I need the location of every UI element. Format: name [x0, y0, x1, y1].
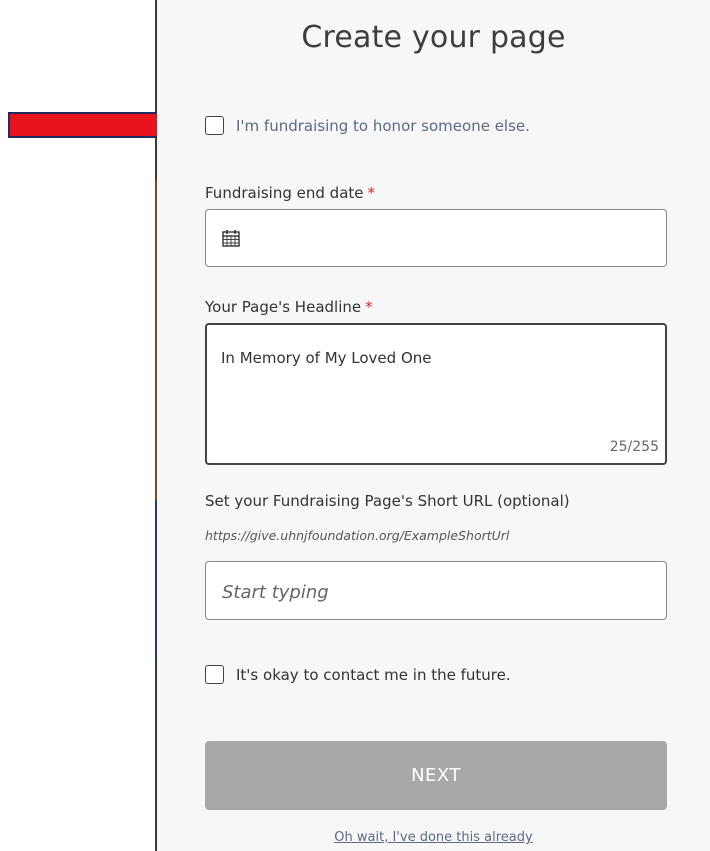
- required-asterisk: *: [365, 298, 373, 316]
- headline-textarea[interactable]: In Memory of My Loved One 25/255: [205, 323, 667, 465]
- end-date-label-text: Fundraising end date: [205, 184, 364, 202]
- required-asterisk: *: [367, 184, 376, 202]
- contact-checkbox-row[interactable]: It's okay to contact me in the future.: [205, 665, 511, 684]
- end-date-label: Fundraising end date *: [205, 184, 375, 202]
- next-button[interactable]: NEXT: [205, 741, 667, 810]
- create-page-form: Create your page I'm fundraising to hono…: [157, 0, 710, 851]
- contact-checkbox[interactable]: [205, 665, 224, 684]
- honor-checkbox-row[interactable]: I'm fundraising to honor someone else.: [205, 116, 530, 135]
- honor-checkbox[interactable]: [205, 116, 224, 135]
- honor-checkbox-label[interactable]: I'm fundraising to honor someone else.: [236, 117, 530, 135]
- end-date-input[interactable]: [205, 209, 667, 267]
- already-done-link[interactable]: Oh wait, I've done this already: [157, 830, 710, 845]
- headline-char-counter: 25/255: [609, 439, 659, 455]
- short-url-input[interactable]: [220, 576, 644, 608]
- headline-label: Your Page's Headline *: [205, 298, 373, 316]
- short-url-example: https://give.uhnjfoundation.org/ExampleS…: [205, 528, 510, 543]
- short-url-label: Set your Fundraising Page's Short URL (o…: [205, 492, 570, 510]
- calendar-icon[interactable]: [222, 229, 240, 247]
- headline-value[interactable]: In Memory of My Loved One: [221, 349, 432, 367]
- page-title: Create your page: [301, 20, 566, 55]
- short-url-field[interactable]: [205, 561, 667, 620]
- headline-label-text: Your Page's Headline: [205, 298, 362, 316]
- contact-checkbox-label[interactable]: It's okay to contact me in the future.: [236, 666, 511, 684]
